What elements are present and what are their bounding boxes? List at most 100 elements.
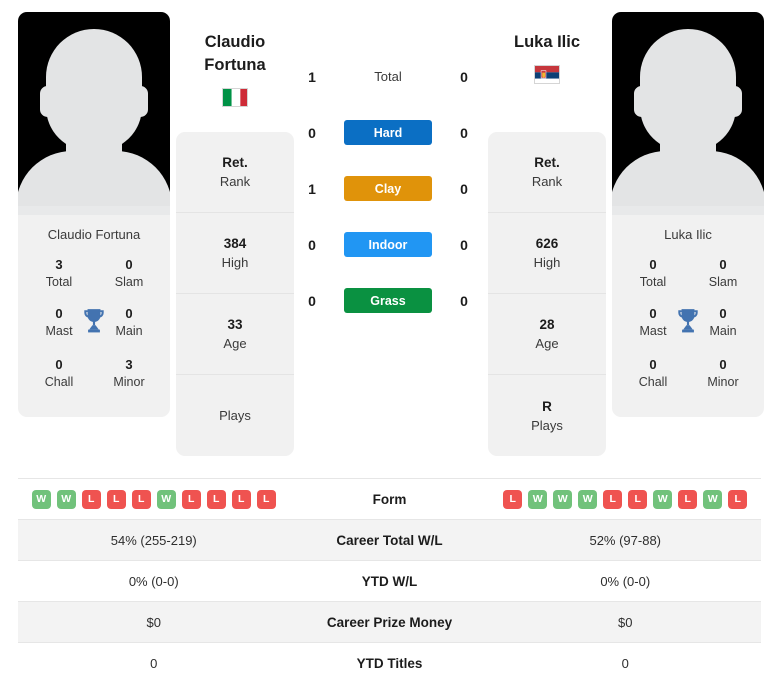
italy-flag-icon [222,88,248,107]
form-badge-loss: L [106,489,126,509]
right-rank-card: Ret. Rank 626 High 28 Age R Plays [488,132,606,456]
form-badge-win: W [156,489,176,509]
left-rank-current-value: Ret. [222,155,248,170]
left-career-total-wl: 54% (255-219) [110,532,197,548]
right-titles-slam-label: Slam [708,275,738,289]
row-label-career-prize-money: Career Prize Money [326,614,453,630]
left-titles-slam-value: 0 [125,257,133,272]
right-age-label: Age [535,336,559,351]
h2h-hard-label[interactable]: Hard [344,120,432,145]
right-titles-challenger: 0 Chall [626,356,680,391]
form-badge-loss: L [206,489,226,509]
head-to-head-panel: 1 Total 0 0 Hard 0 1 Clay 0 0 Indoor 0 0… [294,12,482,313]
avatar-baseline [612,206,764,215]
left-player-card[interactable]: Claudio Fortuna 3 Total 0 Slam 0 Mast 0 … [18,12,170,417]
left-titles-main-label: Main [115,324,143,338]
right-titles-total-value: 0 [649,257,657,272]
left-rank-high: 384 High [176,213,294,294]
right-rank-current-label: Rank [531,174,563,189]
left-plays: Plays [176,375,294,456]
row-label-career-total-wl: Career Total W/L [336,532,443,548]
h2h-indoor-left-score: 0 [308,236,316,253]
right-titles-challenger-value: 0 [649,357,657,372]
left-titles-row-1: 3 Total 0 Slam [24,252,164,301]
h2h-row-grass: 0 Grass 0 [294,288,482,313]
left-titles-slam: 0 Slam [102,256,156,291]
right-plays-value: R [542,398,552,414]
comparison-stats-table: WWLLLWLLLL Form LWWWLLWLWL 54% (255-219)… [0,478,779,683]
left-player-name: Claudio Fortuna [47,227,141,242]
form-badge-win: W [56,489,76,509]
left-age-label: Age [223,336,247,351]
right-titles-minor-value: 0 [719,357,727,372]
right-titles-row-1: 0 Total 0 Slam [618,252,758,301]
left-ytd-titles: 0 [150,655,158,671]
right-age-value: 28 [539,317,555,332]
left-titles-minor-value: 3 [125,357,133,372]
right-player-photo [612,12,764,215]
avatar-ear-right [727,86,742,117]
right-player-column: Luka Ilic 0 Total 0 Slam 0 Mast 0 Main 0… [612,12,764,417]
right-flag-wrapper [488,65,606,84]
right-titles-masters: 0 Mast [626,305,680,340]
left-titles-row-3: 0 Chall 3 Minor [24,352,164,401]
left-rank-current-label: Rank [219,174,251,189]
form-badge-loss: L [728,489,748,509]
right-player-heading: Luka Ilic [488,12,606,132]
left-titles-main: 0 Main [102,305,156,340]
left-plays-label: Plays [219,408,251,423]
form-badge-loss: L [131,489,151,509]
left-player-heading: Claudio Fortuna [176,12,294,132]
h2h-indoor-label[interactable]: Indoor [344,232,432,257]
h2h-row-indoor: 0 Indoor 0 [294,232,482,257]
form-badge-win: W [553,489,573,509]
h2h-row-clay: 1 Clay 0 [294,176,482,201]
form-badge-loss: L [81,489,101,509]
form-badge-loss: L [503,489,523,509]
left-titles-total: 3 Total [32,256,86,291]
left-titles-challenger: 0 Chall [32,356,86,391]
form-badge-loss: L [181,489,201,509]
table-row-career-prize-money: $0 Career Prize Money $0 [18,601,761,642]
left-titles-grid: 3 Total 0 Slam 0 Mast 0 Main 0 Chall 3 M… [18,252,170,417]
h2h-grass-left-score: 0 [308,292,316,309]
right-titles-minor: 0 Minor [696,356,750,391]
h2h-clay-left-score: 1 [308,180,316,197]
h2h-clay-label[interactable]: Clay [344,176,432,201]
right-plays: R Plays [488,375,606,456]
right-rank-high: 626 High [488,213,606,294]
right-titles-slam-value: 0 [719,257,727,272]
form-badge-win: W [578,489,598,509]
right-career-total-wl: 52% (97-88) [589,532,662,548]
h2h-total-label: Total [374,69,402,84]
trophy-icon [81,307,107,335]
left-titles-minor: 3 Minor [102,356,156,391]
avatar-baseline [18,206,170,215]
left-age-value: 33 [227,317,243,332]
left-rank-high-value: 384 [223,236,247,251]
left-rank-column: Claudio Fortuna Ret. Rank 384 High 33 Ag… [176,12,294,456]
left-titles-total-label: Total [45,275,73,289]
right-titles-row-2: 0 Mast 0 Main [618,301,758,352]
right-player-card[interactable]: Luka Ilic 0 Total 0 Slam 0 Mast 0 Main 0… [612,12,764,417]
h2h-row-total: 1 Total 0 [294,64,482,89]
form-badge-win: W [528,489,548,509]
row-label-ytd-titles: YTD Titles [356,655,423,671]
left-career-prize-money: $0 [146,614,161,630]
left-player-title-line1: Claudio [204,33,266,51]
left-rank-card: Ret. Rank 384 High 33 Age Plays [176,132,294,456]
table-row-form: WWLLLWLLLL Form LWWWLLWLWL [18,478,761,519]
player-comparison-header: Claudio Fortuna 3 Total 0 Slam 0 Mast 0 … [0,0,779,478]
table-row-career-total-wl: 54% (255-219) Career Total W/L 52% (97-8… [18,519,761,560]
left-rank-current: Ret. Rank [176,132,294,213]
left-player-photo [18,12,170,215]
row-label-form: Form [372,491,407,507]
form-badge-loss: L [231,489,251,509]
right-ytd-wl: 0% (0-0) [600,573,651,589]
right-form-cell: LWWWLLWLWL [490,489,762,509]
form-badge-win: W [653,489,673,509]
right-player-title-line1: Luka Ilic [513,33,581,51]
h2h-grass-label[interactable]: Grass [344,288,432,313]
right-rank-high-value: 626 [535,236,559,251]
right-plays-label: Plays [531,417,563,433]
